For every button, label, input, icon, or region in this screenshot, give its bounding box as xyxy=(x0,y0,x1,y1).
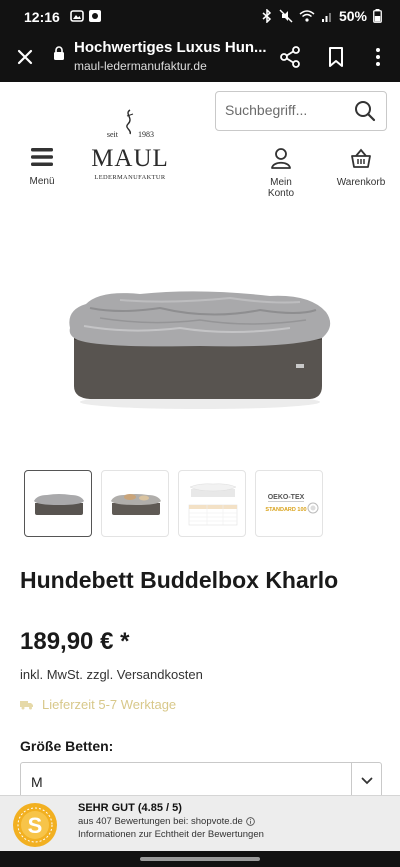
thumbnail-strip: OEKO-TEX STANDARD 100 xyxy=(24,470,323,537)
rating-reviews-text: aus 407 Bewertungen bei: shopvote.de xyxy=(78,816,243,827)
shopvote-rating-bar[interactable]: S SEHR GUT (4.85 / 5) aus 407 Bewertunge… xyxy=(0,795,400,851)
gesture-nav-bar xyxy=(0,851,400,867)
home-gesture-handle[interactable] xyxy=(140,857,260,861)
status-right: 50% xyxy=(261,8,382,24)
logo-year: 1983 xyxy=(138,130,154,139)
size-select-toggle[interactable] xyxy=(351,763,381,799)
product-title: Hundebett Buddelbox Kharlo xyxy=(20,567,339,593)
bookmark-icon[interactable] xyxy=(323,44,349,70)
wifi-icon xyxy=(299,10,315,22)
delivery-text: Lieferzeit 5-7 Werktage xyxy=(42,697,177,712)
seal-letter: S xyxy=(28,813,43,838)
battery-icon xyxy=(373,9,382,23)
thumbnail-size-table-image xyxy=(188,483,238,526)
rating-reviews: aus 407 Bewertungen bei: shopvote.de xyxy=(78,816,255,827)
tax-note: inkl. MwSt. zzgl. Versandkosten xyxy=(20,667,203,682)
app-notification-icon xyxy=(89,10,101,22)
logo-seit: seit xyxy=(107,130,119,139)
logo-sub: LEDERMANUFAKTUR xyxy=(94,174,166,181)
status-time: 12:16 xyxy=(24,9,60,25)
truck-icon xyxy=(20,700,33,709)
account-button[interactable]: Mein Konto xyxy=(256,147,306,199)
size-label: Größe Betten: xyxy=(20,738,114,754)
oeko-tex-label-icon: OEKO-TEX STANDARD 100 xyxy=(265,494,319,514)
browser-toolbar: Hochwertiges Luxus Hun... maul-ledermanu… xyxy=(0,34,400,82)
thumbnail-size-table[interactable] xyxy=(178,470,246,537)
menu-button[interactable]: Menü xyxy=(25,147,59,187)
maul-logo[interactable]: seit 1983 MAUL LEDERMANUFAKTUR xyxy=(84,108,176,184)
product-price: 189,90 € * xyxy=(20,628,130,655)
bluetooth-icon xyxy=(262,9,272,23)
share-icon[interactable] xyxy=(277,44,303,70)
search-input[interactable] xyxy=(225,102,345,118)
chevron-down-icon xyxy=(361,777,373,785)
size-select-value: M xyxy=(31,774,43,790)
rating-info-link[interactable]: Informationen zur Echtheit der Bewertung… xyxy=(78,829,264,840)
battery-percent: 50% xyxy=(338,8,367,24)
more-options-icon[interactable] xyxy=(365,44,391,70)
gallery-notification-icon xyxy=(70,10,84,22)
search-icon[interactable] xyxy=(354,100,376,122)
thumbnail-oeko-tex[interactable]: OEKO-TEX STANDARD 100 xyxy=(255,470,323,537)
oeko-tex-text: OEKO-TEX xyxy=(268,494,305,501)
account-label: Mein Konto xyxy=(267,177,295,199)
lock-icon xyxy=(54,46,64,60)
user-icon xyxy=(271,148,291,169)
thumbnail-grey-bed-image xyxy=(34,494,84,515)
close-icon[interactable] xyxy=(12,44,38,70)
logo-brand: MAUL xyxy=(91,145,169,172)
thumbnail-bed-with-toys-image xyxy=(111,494,161,515)
search-box[interactable] xyxy=(215,91,387,131)
hamburger-icon xyxy=(31,148,53,166)
rating-summary: SEHR GUT (4.85 / 5) xyxy=(78,802,182,814)
cart-button[interactable]: Warenkorb xyxy=(334,147,388,188)
thumbnail-grey-bed[interactable] xyxy=(24,470,92,537)
mute-icon xyxy=(279,9,293,23)
basket-icon xyxy=(351,148,371,168)
info-icon[interactable] xyxy=(245,817,255,826)
shopvote-seal-icon[interactable]: S xyxy=(12,802,58,848)
menu-label: Menü xyxy=(29,176,55,187)
page-title: Hochwertiges Luxus Hun... xyxy=(74,39,267,56)
oeko-tex-standard: STANDARD 100 xyxy=(265,507,306,513)
status-bar: 12:16 50% xyxy=(0,0,400,34)
signal-icon xyxy=(321,13,331,22)
cart-label: Warenkorb xyxy=(336,177,386,188)
product-image[interactable] xyxy=(60,268,340,413)
screen: { "status_bar": { "time": "12:16", "batt… xyxy=(0,0,400,867)
thumbnail-bed-with-toys[interactable] xyxy=(101,470,169,537)
delivery-time: Lieferzeit 5-7 Werktage xyxy=(20,697,176,712)
page-url[interactable]: maul-ledermanufaktur.de xyxy=(74,59,207,73)
